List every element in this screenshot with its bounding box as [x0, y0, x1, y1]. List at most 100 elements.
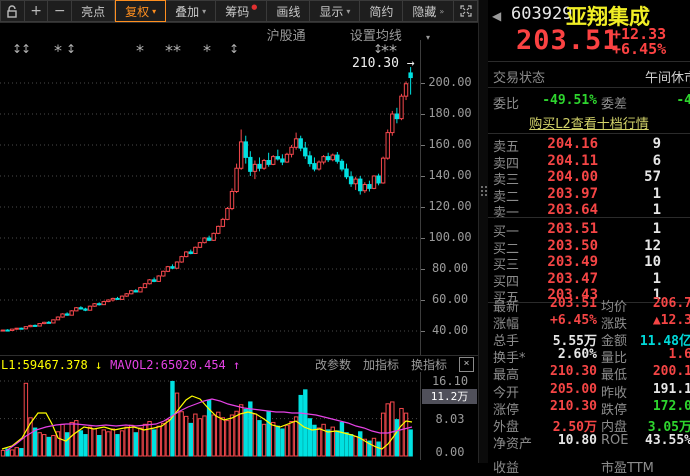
stat-value: 205.00	[536, 382, 597, 397]
bid-row-qty: 12	[598, 238, 661, 254]
hide-button[interactable]: 隐藏 »	[403, 0, 454, 22]
trade-status-label: 交易状态	[493, 67, 545, 86]
overlay-button[interactable]: 叠加 ▾	[166, 0, 216, 22]
stat-value: 1.6	[626, 347, 690, 362]
ask-row-price: 203.64	[528, 202, 598, 218]
l2-upsell-link[interactable]: 购买L2查看十档行情	[488, 113, 690, 132]
weibi-label: 委比	[493, 93, 519, 112]
right-arrow-icon: →	[407, 56, 415, 71]
display-label: 显示	[319, 3, 343, 20]
adjust-label: 复权	[125, 3, 149, 20]
zoom-out-button[interactable]: −	[48, 0, 72, 22]
bid-row-qty: 1	[598, 271, 661, 287]
trading-app-window: { "colors": {"r":"#f54545","g":"#2ed52e"…	[0, 0, 690, 463]
ask-row-label: 卖一	[493, 202, 519, 221]
toolbar: + − 亮点 复权 ▾ 叠加 ▾ 筹码 ● 画线 显示 ▾ 简约 隐藏 »	[0, 0, 478, 23]
stat-value: 206.7	[626, 296, 690, 311]
bid-row-price: 203.50	[528, 238, 598, 254]
expand-icon	[460, 5, 472, 17]
chips-label: 筹码	[225, 3, 249, 20]
stock-code: 603929	[511, 4, 572, 24]
stat-label: ROE	[601, 433, 628, 448]
volume-axis: 16.10 11.2万 8.03 0.00	[420, 372, 479, 460]
price-tick: 60.00	[421, 292, 479, 306]
bid-row-price: 203.49	[528, 254, 598, 270]
mavol1-legend: L1:59467.378 ↓	[1, 358, 102, 372]
adjust-button[interactable]: 复权 ▾	[115, 0, 166, 22]
price-tick: 200.00	[421, 75, 479, 89]
highlight-button[interactable]: 亮点	[72, 0, 115, 22]
stat-value: 43.55%	[626, 433, 690, 448]
unlock-icon	[7, 5, 18, 18]
volume-current-value-badge: 11.2万	[422, 389, 477, 404]
up-arrow-icon: ↑	[233, 358, 240, 372]
volume-chart[interactable]	[0, 372, 420, 460]
stat-label: 净资产	[493, 433, 532, 452]
chevron-down-icon: ▾	[346, 7, 350, 16]
double-chevron-right-icon: »	[439, 7, 444, 16]
zoom-in-button[interactable]: +	[25, 0, 49, 22]
chevron-down-icon: ▾	[152, 7, 156, 16]
close-indicator-button[interactable]: ×	[459, 357, 474, 372]
trade-status-value: 午间休市	[608, 67, 690, 86]
high-price-annotation: 210.30 →	[352, 56, 415, 71]
hide-label: 隐藏	[412, 3, 436, 20]
simple-mode-button[interactable]: 简约	[360, 0, 403, 22]
volume-indicator-header: L1:59467.378 ↓ MAVOL2:65020.454 ↑ 改参数 加指…	[0, 355, 478, 373]
price-tick: 80.00	[421, 261, 479, 275]
ask-row-qty: 9	[598, 136, 661, 152]
ask-row-qty: 6	[598, 153, 661, 169]
price-tick: 40.00	[421, 323, 479, 337]
stat-value: 203.51	[536, 296, 597, 311]
price-tick: 100.00	[421, 230, 479, 244]
candlestick-chart[interactable]	[0, 40, 420, 356]
lock-button[interactable]	[0, 0, 25, 22]
stat-value: +6.45%	[536, 313, 597, 328]
stat-value: 210.30	[536, 364, 597, 379]
chips-button[interactable]: 筹码 ●	[216, 0, 267, 22]
price-tick: 180.00	[421, 106, 479, 120]
ask-row-qty: 57	[598, 169, 661, 185]
back-arrow-button[interactable]: ◀	[492, 9, 501, 23]
volume-tick: 16.10	[421, 374, 479, 388]
bid-row-qty: 10	[598, 254, 661, 270]
change-params-button[interactable]: 改参数	[315, 356, 351, 373]
down-arrow-icon: ↓	[95, 358, 102, 372]
stat-value: ▲12.3	[626, 313, 690, 328]
price-tick: 160.00	[421, 137, 479, 151]
mavol2-legend: MAVOL2:65020.454 ↑	[110, 358, 240, 372]
switch-indicator-button[interactable]: 换指标	[411, 356, 447, 373]
splitter-grip-icon	[481, 186, 483, 188]
red-dot-badge-icon: ●	[251, 3, 257, 11]
ask-row-qty: 1	[598, 202, 661, 218]
stat-value: 200.1	[626, 364, 690, 379]
price-tick: 120.00	[421, 199, 479, 213]
chevron-down-icon: ▾	[202, 7, 206, 16]
volume-tick: 8.03	[421, 412, 479, 426]
weibi-value: -49.51%	[536, 93, 597, 108]
stat-label: 市盈TTM	[601, 457, 654, 476]
add-indicator-button[interactable]: 加指标	[363, 356, 399, 373]
volume-tick: 0.00	[421, 445, 479, 459]
fullscreen-button[interactable]	[454, 0, 478, 22]
bid-row-qty: 1	[598, 221, 661, 237]
weicha-value: -4	[626, 93, 690, 108]
bid-row-price: 203.51	[528, 221, 598, 237]
ask-row-qty: 1	[598, 186, 661, 202]
stat-value: 2.60%	[536, 347, 597, 362]
ask-row-price: 203.97	[528, 186, 598, 202]
price-axis: 200.00 180.00 160.00 140.00 120.00 100.00 80.0…	[420, 40, 479, 356]
ask-row-price: 204.16	[528, 136, 598, 152]
weicha-label: 委差	[601, 93, 627, 112]
display-button[interactable]: 显示 ▾	[310, 0, 360, 22]
bid-row-price: 203.47	[528, 271, 598, 287]
overlay-label: 叠加	[175, 3, 199, 20]
stat-value: 10.80	[536, 433, 597, 448]
ask-row-price: 204.11	[528, 153, 598, 169]
quote-panel: ◀ 603929 亚翔集成 203.51 +12.33 +6.45% 交易状态 …	[488, 0, 690, 463]
draw-line-button[interactable]: 画线	[267, 0, 310, 22]
price-tick: 140.00	[421, 168, 479, 182]
last-price: 203.51	[516, 25, 620, 56]
stat-value: 172.0	[626, 399, 690, 414]
stat-value: 210.30	[536, 399, 597, 414]
